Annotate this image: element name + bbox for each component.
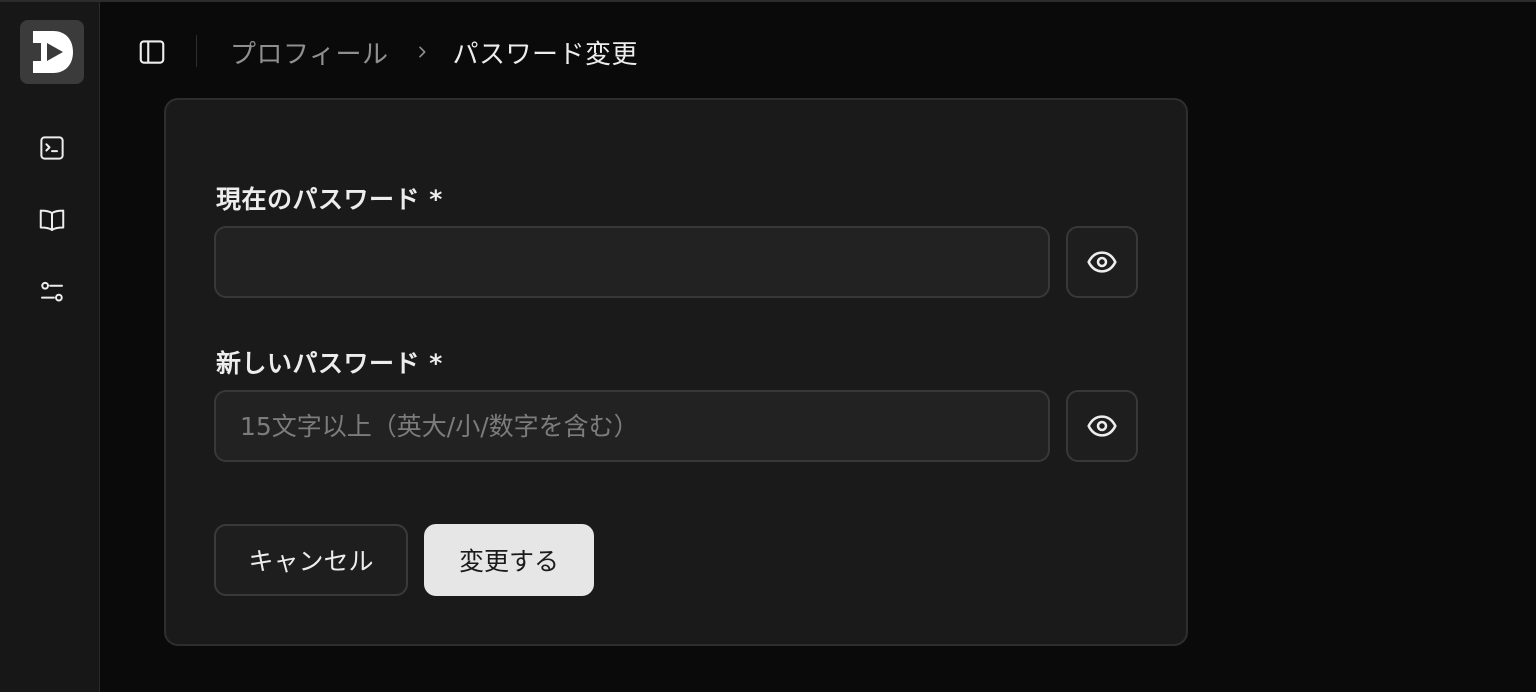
breadcrumb-current-page: パスワード変更 [452, 39, 638, 70]
new-password-input[interactable] [214, 390, 1050, 462]
current-password-input[interactable] [214, 226, 1050, 298]
new-password-label: 新しいパスワード * [216, 349, 443, 378]
sidebar-item-settings[interactable] [28, 268, 76, 316]
app-logo[interactable] [20, 20, 84, 84]
eye-icon [1087, 251, 1117, 273]
sidebar [0, 0, 100, 692]
submit-change-password-button[interactable]: 変更する [424, 524, 594, 596]
cancel-button[interactable]: キャンセル [214, 524, 408, 596]
sidebar-item-terminal[interactable] [28, 124, 76, 172]
current-password-label: 現在のパスワード * [216, 185, 443, 214]
sliders-icon [41, 281, 63, 302]
app-logo-icon [33, 31, 73, 73]
header-divider [196, 35, 197, 67]
top-header: プロフィール パスワード変更 [100, 0, 1536, 98]
chevron-right-icon [419, 46, 426, 58]
sidebar-toggle-button[interactable] [132, 32, 172, 72]
eye-icon [1087, 415, 1117, 437]
toggle-current-password-visibility-button[interactable] [1066, 226, 1138, 298]
change-password-card: 現在のパスワード * 新しいパスワード * キャンセル 変更する [164, 98, 1188, 646]
breadcrumb-item-profile[interactable]: プロフィール [230, 34, 388, 71]
sidebar-item-docs[interactable] [28, 196, 76, 244]
panel-left-icon [139, 40, 165, 64]
terminal-icon [40, 136, 64, 160]
breadcrumb: プロフィール パスワード変更 [230, 32, 638, 72]
app-root: プロフィール パスワード変更 現在のパスワード * 新しいパスワード * キャン… [0, 0, 1536, 692]
toggle-new-password-visibility-button[interactable] [1066, 390, 1138, 462]
breadcrumb-separator [414, 44, 430, 60]
book-open-icon [39, 209, 65, 231]
